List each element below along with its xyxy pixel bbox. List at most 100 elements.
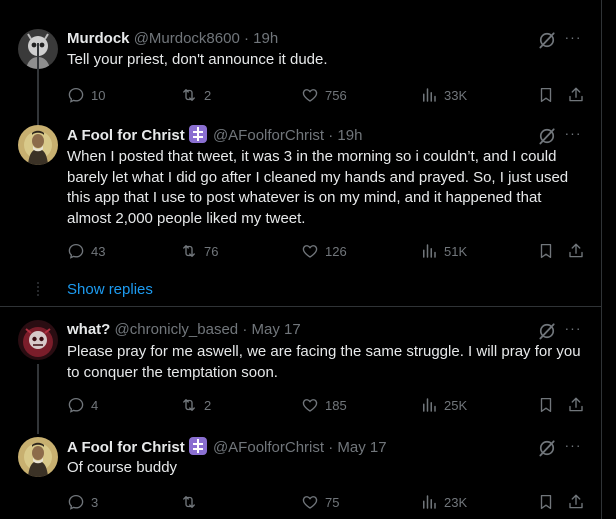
view-count: 25K bbox=[444, 397, 468, 413]
author-handle[interactable]: @chronicly_based bbox=[115, 321, 239, 338]
bookmark-icon bbox=[537, 396, 555, 414]
reply-icon bbox=[67, 86, 85, 104]
grok-icon[interactable] bbox=[537, 30, 557, 50]
like-icon bbox=[301, 242, 319, 260]
like-count: 185 bbox=[325, 397, 347, 413]
views-button[interactable]: 25K bbox=[420, 395, 467, 415]
tweet-text: Please pray for me aswell, we are facing… bbox=[67, 343, 581, 381]
repost-count: 2 bbox=[204, 397, 212, 413]
more-icon[interactable]: ··· bbox=[563, 320, 583, 340]
like-button[interactable]: 756 bbox=[301, 85, 347, 105]
author-name[interactable]: A Fool for Christ bbox=[67, 439, 185, 456]
tweet-header: A Fool for Christ @AFoolforChrist · May … bbox=[67, 437, 387, 457]
share-button[interactable] bbox=[567, 241, 591, 261]
tweet-time[interactable]: · 19h bbox=[328, 127, 362, 144]
reply-icon bbox=[67, 396, 85, 414]
author-name[interactable]: what? bbox=[67, 321, 110, 338]
share-icon bbox=[567, 493, 585, 511]
reply-count: 10 bbox=[91, 87, 106, 103]
repost-count: 76 bbox=[204, 243, 219, 259]
more-icon[interactable]: ··· bbox=[563, 125, 583, 145]
tweet-time[interactable]: · May 17 bbox=[242, 321, 300, 338]
tweet-text: Of course buddy bbox=[67, 459, 178, 476]
grok-icon[interactable] bbox=[537, 438, 557, 458]
repost-icon bbox=[180, 242, 198, 260]
reply-icon bbox=[67, 242, 85, 260]
repost-button[interactable]: 2 bbox=[180, 85, 211, 105]
author-name[interactable]: Murdock bbox=[67, 30, 130, 47]
reply-button[interactable]: 10 bbox=[67, 85, 105, 105]
like-count: 756 bbox=[325, 87, 347, 103]
bookmark-icon bbox=[537, 242, 555, 260]
share-icon bbox=[567, 396, 585, 414]
grok-icon[interactable] bbox=[537, 126, 557, 146]
views-button[interactable]: 51K bbox=[420, 241, 467, 261]
tweet-time[interactable]: · 19h bbox=[244, 30, 278, 47]
share-icon bbox=[567, 242, 585, 260]
like-button[interactable]: 75 bbox=[301, 492, 339, 512]
more-icon[interactable]: ··· bbox=[563, 29, 583, 49]
reply-count: 3 bbox=[91, 494, 99, 510]
divider bbox=[0, 306, 601, 307]
bookmark-button[interactable] bbox=[537, 85, 561, 105]
like-button[interactable]: 185 bbox=[301, 395, 347, 415]
author-handle[interactable]: @AFoolforChrist bbox=[213, 439, 324, 456]
share-button[interactable] bbox=[567, 85, 591, 105]
views-icon bbox=[420, 396, 438, 414]
views-icon bbox=[420, 242, 438, 260]
thread-dots bbox=[36, 280, 40, 298]
tweet-actions: 3 75 23K bbox=[67, 492, 587, 512]
reply-button[interactable]: 43 bbox=[67, 241, 105, 261]
author-name[interactable]: A Fool for Christ bbox=[67, 127, 185, 144]
tweet-header: A Fool for Christ @AFoolforChrist · 19h bbox=[67, 125, 362, 145]
thread-line bbox=[37, 43, 39, 121]
repost-button[interactable]: 76 bbox=[180, 241, 218, 261]
share-button[interactable] bbox=[567, 492, 591, 512]
like-button[interactable]: 126 bbox=[301, 241, 347, 261]
bookmark-button[interactable] bbox=[537, 241, 561, 261]
tweet-text: Tell your priest, don't announce it dude… bbox=[67, 51, 328, 68]
bookmark-button[interactable] bbox=[537, 395, 561, 415]
like-icon bbox=[301, 86, 319, 104]
views-button[interactable]: 33K bbox=[420, 85, 467, 105]
view-count: 33K bbox=[444, 87, 468, 103]
avatar-afoolforchrist[interactable] bbox=[18, 437, 58, 477]
orthodox-cross-icon bbox=[188, 437, 207, 455]
views-icon bbox=[420, 86, 438, 104]
tweet-header: what? @chronicly_based · May 17 bbox=[67, 320, 301, 340]
tweet-time[interactable]: · May 17 bbox=[328, 439, 386, 456]
share-button[interactable] bbox=[567, 395, 591, 415]
tweet-header: Murdock @Murdock8600 · 19h bbox=[67, 29, 278, 49]
bookmark-button[interactable] bbox=[537, 492, 561, 512]
bookmark-icon bbox=[537, 86, 555, 104]
repost-icon bbox=[180, 493, 198, 511]
tweet-text: When I posted that tweet, it was 3 in th… bbox=[67, 148, 569, 227]
tweet-actions: 43 76 126 51K bbox=[67, 241, 587, 261]
author-handle[interactable]: @Murdock8600 bbox=[134, 30, 240, 47]
views-button[interactable]: 23K bbox=[420, 492, 467, 512]
like-icon bbox=[301, 396, 319, 414]
more-icon[interactable]: ··· bbox=[563, 437, 583, 457]
view-count: 51K bbox=[444, 243, 468, 259]
repost-icon bbox=[180, 86, 198, 104]
timeline: Murdock @Murdock8600 · 19h ··· Tell your… bbox=[0, 0, 602, 519]
reply-button[interactable]: 3 bbox=[67, 492, 98, 512]
repost-icon bbox=[180, 396, 198, 414]
orthodox-cross-icon bbox=[188, 125, 207, 143]
tweet-actions: 10 2 756 33K bbox=[67, 85, 587, 105]
grok-icon[interactable] bbox=[537, 321, 557, 341]
show-replies-link[interactable]: Show replies bbox=[67, 280, 153, 300]
share-icon bbox=[567, 86, 585, 104]
views-icon bbox=[420, 493, 438, 511]
reply-icon bbox=[67, 493, 85, 511]
avatar-afoolforchrist[interactable] bbox=[18, 125, 58, 165]
view-count: 23K bbox=[444, 494, 468, 510]
repost-button[interactable] bbox=[180, 492, 204, 512]
author-handle[interactable]: @AFoolforChrist bbox=[213, 127, 324, 144]
reply-count: 43 bbox=[91, 243, 106, 259]
avatar-chronicly-based[interactable] bbox=[18, 320, 58, 360]
bookmark-icon bbox=[537, 493, 555, 511]
reply-button[interactable]: 4 bbox=[67, 395, 98, 415]
repost-button[interactable]: 2 bbox=[180, 395, 211, 415]
like-count: 126 bbox=[325, 243, 347, 259]
